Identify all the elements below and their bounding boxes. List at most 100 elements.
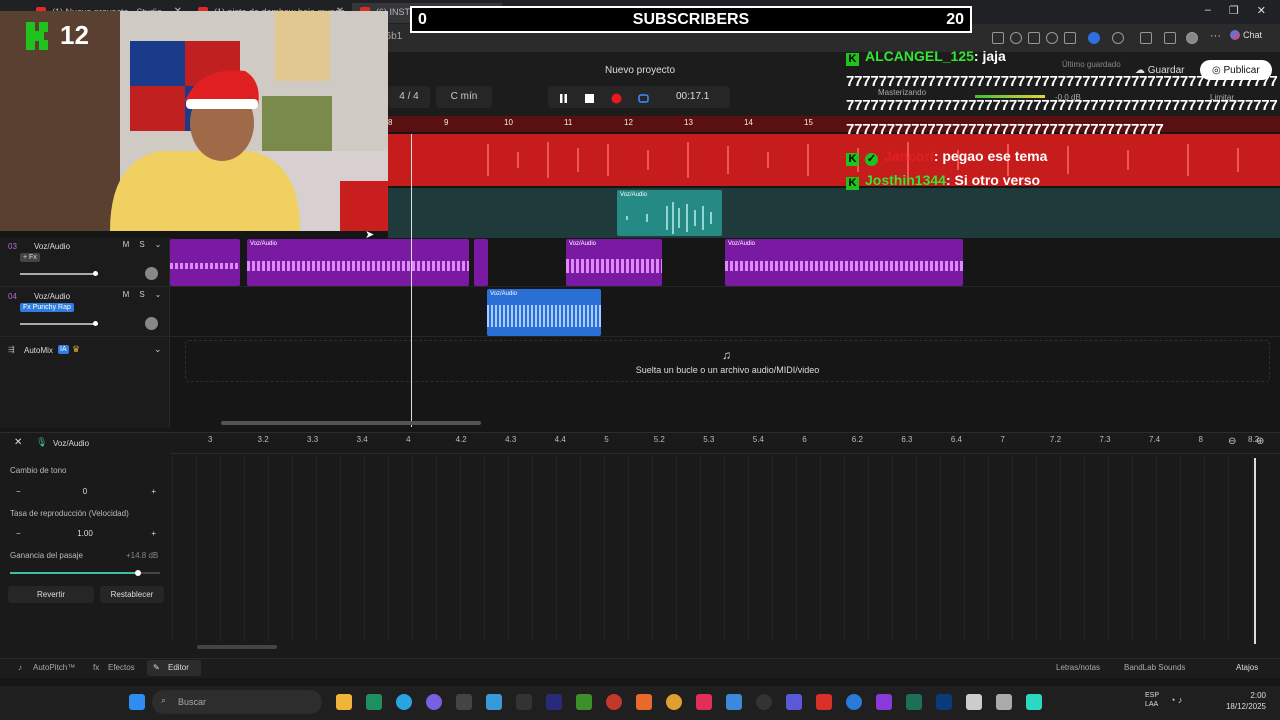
track-lane-04[interactable]: Voz/Audio <box>170 288 1280 337</box>
tab-effects[interactable]: Efectos <box>108 663 135 672</box>
app-blue-icon[interactable] <box>846 694 862 710</box>
github-icon[interactable] <box>456 694 472 710</box>
app-icon[interactable] <box>966 694 982 710</box>
audio-clip-teal[interactable]: Voz/Audio <box>617 190 722 236</box>
gain-slider[interactable] <box>10 570 160 576</box>
solo-button[interactable]: S <box>136 240 148 251</box>
favorites-icon[interactable] <box>1140 32 1152 44</box>
track-header-04[interactable]: 04 Voz/Audio M S ⌄ Fx Punchy Rap <box>0 288 170 337</box>
time-signature[interactable]: 4 / 4 <box>388 86 430 108</box>
extension-icon[interactable] <box>992 32 1004 44</box>
record-icon[interactable] <box>611 91 622 104</box>
language-indicator[interactable]: ESP LAA <box>1145 691 1159 709</box>
reset-button[interactable]: Restablecer <box>100 586 164 603</box>
windows-start-icon[interactable] <box>129 694 145 710</box>
mic-icon[interactable] <box>1046 32 1058 44</box>
track-header-03[interactable]: 03 Voz/Audio M S ⌄ + Fx <box>0 238 170 287</box>
obs-icon[interactable] <box>756 694 772 710</box>
slider-thumb[interactable] <box>134 570 141 576</box>
audio-clip-purple[interactable]: Voz/Audio <box>247 239 469 286</box>
tab-autopitch[interactable]: AutoPitch™ <box>33 663 75 672</box>
increment-icon[interactable]: + <box>151 487 156 496</box>
editor-grid[interactable] <box>172 456 1258 642</box>
premiere-icon[interactable] <box>546 694 562 710</box>
chevron-down-icon[interactable]: ⌄ <box>152 240 164 251</box>
editor-playhead[interactable] <box>1254 458 1256 644</box>
close-icon[interactable]: ✕ <box>14 437 22 448</box>
chrome-icon[interactable] <box>666 694 682 710</box>
teams-icon[interactable] <box>786 694 802 710</box>
extension-blue-icon[interactable] <box>1088 32 1100 44</box>
app-purple-icon[interactable] <box>876 694 892 710</box>
app-icon[interactable] <box>486 694 502 710</box>
audio-clip-blue[interactable]: Voz/Audio <box>487 289 601 336</box>
audio-clip-purple[interactable] <box>474 239 488 286</box>
track-name[interactable]: Voz/Audio <box>34 292 70 301</box>
translate-icon[interactable] <box>1028 32 1040 44</box>
edge-icon[interactable] <box>396 694 412 710</box>
pause-icon[interactable] <box>558 91 569 103</box>
tiktok-icon[interactable] <box>696 694 712 710</box>
mute-button[interactable]: M <box>120 240 132 251</box>
app-icon[interactable] <box>1026 694 1042 710</box>
pan-knob[interactable] <box>145 267 158 280</box>
editor-scrollbar[interactable] <box>197 645 277 649</box>
slider-thumb[interactable] <box>93 321 98 326</box>
copilot-chat-button[interactable]: Chat <box>1230 30 1262 40</box>
slider-thumb[interactable] <box>93 271 98 276</box>
zoom-in-icon[interactable]: ⊕ <box>1256 436 1264 447</box>
brave-icon[interactable] <box>636 694 652 710</box>
horizontal-scrollbar[interactable] <box>221 421 481 425</box>
project-title[interactable]: Nuevo proyecto <box>560 65 720 76</box>
shortcuts-button[interactable]: Atajos <box>1236 663 1258 672</box>
volume-slider[interactable] <box>20 271 98 276</box>
wifi-volume-icon[interactable]: ◔ ♪ <box>1170 695 1182 705</box>
profile-avatar[interactable] <box>1186 32 1198 44</box>
pitch-value[interactable]: 0 <box>10 487 160 496</box>
notepad-icon[interactable] <box>996 694 1012 710</box>
bandlab-sounds-button[interactable]: BandLab Sounds <box>1124 663 1185 672</box>
app-red-icon[interactable] <box>606 694 622 710</box>
volume-slider[interactable] <box>20 321 98 326</box>
fx-preset-badge[interactable]: Fx Punchy Rap <box>20 303 74 312</box>
collections-icon[interactable] <box>1164 32 1176 44</box>
discord-icon[interactable] <box>426 694 442 710</box>
pitch-stepper[interactable]: − 0 + <box>10 484 160 500</box>
increment-icon[interactable]: + <box>151 529 156 538</box>
pan-knob[interactable] <box>145 317 158 330</box>
stop-icon[interactable] <box>584 91 595 103</box>
file-explorer-icon[interactable] <box>336 694 352 710</box>
audio-clip-purple[interactable]: Voz/Audio <box>725 239 963 286</box>
epic-icon[interactable] <box>516 694 532 710</box>
app-green-icon[interactable] <box>576 694 592 710</box>
mute-button[interactable]: M <box>120 290 132 301</box>
rate-stepper[interactable]: − 1.00 + <box>10 526 160 542</box>
automix-row[interactable]: ⇶ AutoMix IA ♛ ⌄ <box>0 340 170 358</box>
loop-icon[interactable] <box>638 91 649 103</box>
track-lane-03[interactable]: Voz/Audio Voz/Audio Voz/Audio <box>170 238 1280 287</box>
close-window-icon[interactable]: ✕ <box>1257 4 1266 20</box>
playhead[interactable] <box>411 134 412 427</box>
rate-value[interactable]: 1.00 <box>10 529 160 538</box>
solo-button[interactable]: S <box>136 290 148 301</box>
editor-ruler[interactable]: 3 3.2 3.3 3.4 4 4.2 4.3 4.4 5 5.2 5.3 5.4 6 6.2 6.3 6.4… <box>170 432 1280 454</box>
key-selector[interactable]: C mín <box>436 86 492 108</box>
lyrics-notes-button[interactable]: Letras/notas <box>1056 663 1100 672</box>
fx-button[interactable]: + Fx <box>20 253 40 262</box>
chevron-down-icon[interactable]: ⌄ <box>152 290 164 301</box>
app-teal-icon[interactable] <box>906 694 922 710</box>
taskbar-search[interactable]: ⌕ Buscar <box>152 690 322 714</box>
app-icon[interactable] <box>726 694 742 710</box>
app-red-icon[interactable] <box>816 694 832 710</box>
audio-clip-purple[interactable] <box>170 239 240 286</box>
maximize-icon[interactable]: ❐ <box>1229 4 1239 20</box>
split-screen-icon[interactable] <box>1064 32 1076 44</box>
track-name[interactable]: Voz/Audio <box>34 242 70 251</box>
refresh-icon[interactable] <box>1112 32 1124 44</box>
zoom-icon[interactable] <box>1010 32 1022 44</box>
store-icon[interactable] <box>366 694 382 710</box>
minimize-icon[interactable]: – <box>1205 4 1211 20</box>
photoshop-icon[interactable] <box>936 694 952 710</box>
audio-clip-purple[interactable]: Voz/Audio <box>566 239 662 286</box>
taskbar-clock[interactable]: 2:00 18/12/2025 <box>1226 690 1266 712</box>
